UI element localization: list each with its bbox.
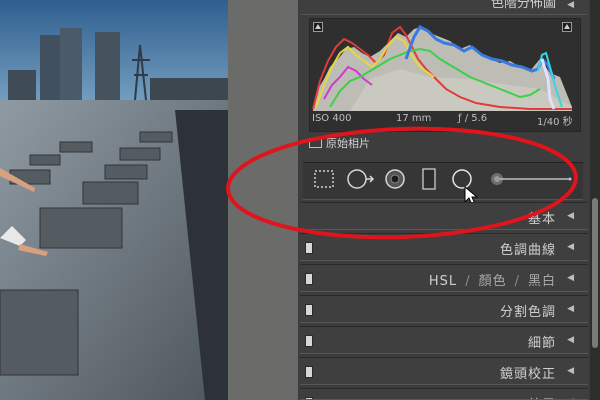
histogram-title: 色階分佈圖 xyxy=(490,0,556,11)
panel-toggle-switch[interactable] xyxy=(305,304,313,316)
hsl-tab[interactable]: HSL xyxy=(429,274,457,289)
shadow-clipping-indicator[interactable] xyxy=(313,22,323,32)
collapse-triangle-icon[interactable]: ◀ xyxy=(567,211,574,221)
panel-toggle-switch[interactable] xyxy=(305,366,313,378)
panel-basic-label: 基本 xyxy=(527,212,556,227)
panel-header-basic[interactable]: 基本 ◀ xyxy=(300,202,588,230)
panel-hsl-label: HSL / 顏色 / 黑白 xyxy=(428,274,556,289)
original-photo-label: 原始相片 xyxy=(326,137,370,150)
color-tab[interactable]: 顏色 xyxy=(479,274,507,289)
panel-toggle-switch[interactable] xyxy=(305,242,313,254)
panel-lens-corrections-label: 鏡頭校正 xyxy=(499,367,556,382)
panel-header-split-toning[interactable]: 分割色調 ◀ xyxy=(300,295,588,323)
workspace-gap xyxy=(228,0,298,400)
histogram-header[interactable]: 色階分佈圖 ◀ xyxy=(300,0,588,15)
panel-effects-label: 效果 xyxy=(528,394,556,399)
panel-header-hsl[interactable]: HSL / 顏色 / 黑白 ◀ xyxy=(300,264,588,292)
collapse-triangle-icon[interactable]: ◀ xyxy=(567,273,574,283)
panel-split-toning-label: 分割色調 xyxy=(499,305,556,320)
exif-iso: ISO 400 xyxy=(312,113,352,124)
scrollbar-thumb[interactable] xyxy=(592,198,598,348)
exif-aperture: ƒ / 5.6 xyxy=(458,113,488,124)
panel-tone-curve-label: 色調曲線 xyxy=(499,243,556,258)
black-white-tab[interactable]: 黑白 xyxy=(528,274,556,289)
collapse-triangle-icon[interactable]: ◀ xyxy=(567,335,574,345)
highlight-clipping-indicator[interactable] xyxy=(562,22,572,32)
panel-header-detail[interactable]: 細節 ◀ xyxy=(300,326,588,354)
collapse-triangle-icon[interactable]: ◀ xyxy=(567,242,574,252)
panel-toggle-switch[interactable] xyxy=(305,335,313,347)
exif-focal-length: 17 mm xyxy=(396,113,432,124)
crop-overlay-icon[interactable] xyxy=(313,169,335,189)
collapse-triangle-icon[interactable]: ◀ xyxy=(567,0,574,10)
exif-shutter: 1/40 秒 xyxy=(537,117,573,128)
panel-header-lens-corrections[interactable]: 鏡頭校正 ◀ xyxy=(300,357,588,385)
collapse-triangle-icon[interactable]: ◀ xyxy=(567,304,574,314)
collapse-triangle-icon[interactable]: ◀ xyxy=(567,366,574,376)
panel-header-effects[interactable]: 效果 ◀ xyxy=(300,388,588,400)
photo-preview xyxy=(0,0,228,400)
panel-toggle-switch[interactable] xyxy=(305,273,313,285)
panel-detail-label: 細節 xyxy=(527,336,556,351)
panel-header-tone-curve[interactable]: 色調曲線 ◀ xyxy=(300,233,588,261)
graduated-filter-icon[interactable] xyxy=(420,167,438,191)
original-photo-checkbox[interactable] xyxy=(309,138,322,148)
spot-removal-icon[interactable] xyxy=(346,168,376,190)
adjustment-brush-icon[interactable] xyxy=(486,168,574,190)
red-eye-icon[interactable] xyxy=(384,168,406,190)
